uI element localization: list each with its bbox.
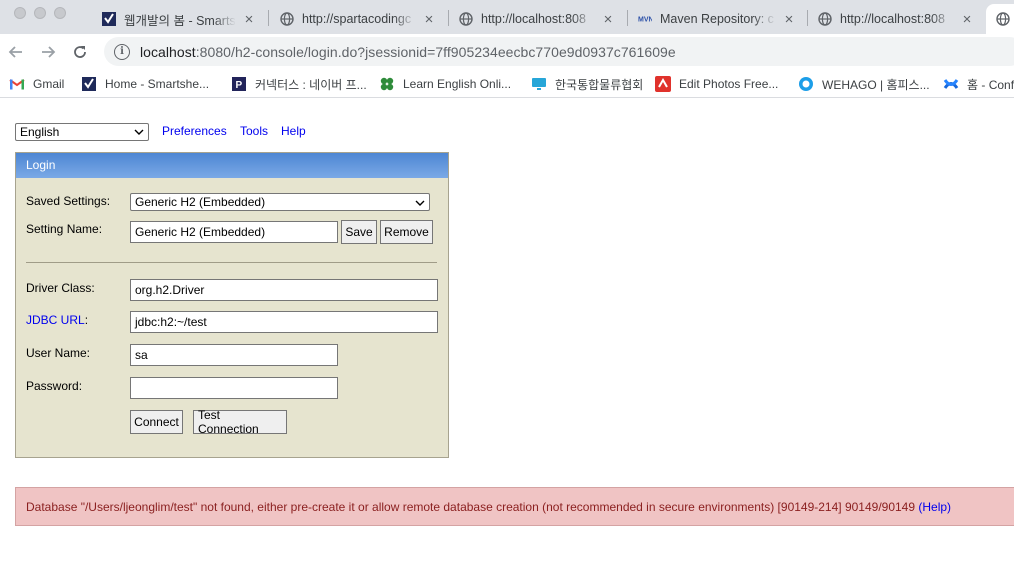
close-tab-icon[interactable]: × — [960, 11, 974, 28]
globe-icon — [280, 12, 294, 26]
password-label: Password: — [26, 379, 83, 393]
tab-title: Maven Repository: c — [660, 12, 774, 26]
language-select[interactable]: English — [15, 123, 149, 141]
preferences-link[interactable]: Preferences — [162, 124, 227, 138]
browser-tab[interactable]: MVN Maven Repository: c × — [628, 4, 806, 34]
login-panel: Login Saved Settings: Generic H2 (Embedd… — [15, 152, 449, 458]
globe-icon — [818, 12, 832, 26]
tab-title: http://localhost:808 — [840, 12, 945, 26]
bookmarks-bar: Gmail Home - Smartshe... P 커넥터스 : 네이버 프.… — [0, 70, 1014, 98]
bookmark-label: Home - Smartshe... — [105, 77, 210, 91]
zoom-window-icon[interactable] — [54, 7, 66, 19]
bookmark-label: 커넥터스 : 네이버 프... — [255, 77, 367, 92]
language-value: English — [20, 125, 60, 139]
bookmark-label: 홈 - Conf — [967, 77, 1014, 92]
photo-edit-icon — [655, 76, 671, 92]
tools-link[interactable]: Tools — [240, 124, 268, 138]
bookmark-label: 한국통합물류협회 — [555, 77, 644, 92]
close-window-icon[interactable] — [14, 7, 26, 19]
address-path: :8080/h2-console/login.do?jsessionid=7ff… — [195, 43, 676, 60]
driver-class-input[interactable]: org.h2.Driver — [130, 279, 438, 301]
bookmark-label: Gmail — [33, 77, 65, 91]
close-tab-icon[interactable]: × — [601, 11, 615, 28]
jdbc-url-colon: : — [84, 313, 89, 327]
maven-icon: MVN — [638, 12, 652, 26]
browser-tab-active[interactable] — [986, 4, 1014, 34]
bookmark-item[interactable]: Learn English Onli... — [379, 75, 511, 93]
bookmark-label: WEHAGO | 홈피스... — [822, 77, 930, 92]
svg-text:P: P — [236, 80, 243, 91]
browser-toolbar: i localhost:8080/h2-console/login.do?jse… — [0, 34, 1014, 70]
h2-console-page: English Preferences Tools Help Login Sav… — [0, 99, 1014, 575]
site-info-icon[interactable]: i — [114, 43, 130, 60]
close-tab-icon[interactable]: × — [422, 11, 436, 28]
p-icon: P — [231, 76, 247, 92]
jdbc-url-label-wrap: JDBC URL: — [26, 313, 88, 327]
chevron-down-icon — [134, 127, 144, 137]
bookmark-item[interactable]: Gmail — [9, 75, 64, 93]
divider — [26, 262, 437, 263]
user-name-label: User Name: — [26, 346, 91, 360]
globe-icon — [459, 12, 473, 26]
address-host: localhost — [140, 43, 196, 60]
gmail-icon — [9, 76, 25, 92]
user-name-input[interactable]: sa — [130, 344, 338, 366]
error-help-link[interactable]: (Help) — [918, 500, 951, 514]
clover-icon — [379, 76, 395, 92]
close-tab-icon[interactable]: × — [242, 11, 256, 28]
password-input[interactable] — [130, 377, 338, 399]
bookmark-item[interactable]: 한국통합물류협회 — [531, 75, 643, 93]
chevron-down-icon — [415, 195, 425, 209]
browser-tab[interactable]: http://localhost:808 × — [449, 4, 625, 34]
jdbc-url-input[interactable]: jdbc:h2:~/test — [130, 311, 438, 333]
bookmark-label: Learn English Onli... — [403, 77, 512, 91]
minimize-window-icon[interactable] — [34, 7, 46, 19]
tab-title: http://spartacodingc — [302, 12, 412, 26]
browser-tab[interactable]: 웹개발의 봄 - Smartsh × — [92, 4, 266, 34]
tab-title: 웹개발의 봄 - Smartsh — [124, 13, 236, 28]
bookmark-item[interactable]: P 커넥터스 : 네이버 프... — [231, 75, 367, 93]
saved-settings-value: Generic H2 (Embedded) — [135, 195, 266, 209]
setting-name-label: Setting Name: — [26, 222, 103, 236]
login-header: Login — [16, 153, 448, 178]
reload-icon[interactable] — [70, 42, 90, 62]
setting-name-input[interactable]: Generic H2 (Embedded) — [130, 221, 338, 243]
remove-button[interactable]: Remove — [380, 220, 433, 244]
bookmark-item[interactable]: WEHAGO | 홈피스... — [798, 75, 930, 93]
help-link[interactable]: Help — [281, 124, 306, 138]
address-bar[interactable]: i localhost:8080/h2-console/login.do?jse… — [104, 37, 1014, 66]
saved-settings-select[interactable]: Generic H2 (Embedded) — [130, 193, 430, 211]
saved-settings-label: Saved Settings: — [26, 194, 111, 208]
back-icon[interactable] — [6, 42, 26, 62]
smartsheet-icon — [81, 76, 97, 92]
test-connection-button[interactable]: Test Connection — [193, 408, 287, 436]
wehago-icon — [798, 76, 814, 92]
bookmark-item[interactable]: Home - Smartshe... — [81, 75, 209, 93]
monitor-icon — [531, 76, 547, 92]
bookmark-label: Edit Photos Free... — [679, 77, 779, 91]
globe-icon — [996, 12, 1010, 26]
tab-title: http://localhost:808 — [481, 12, 586, 26]
close-tab-icon[interactable]: × — [782, 11, 796, 28]
driver-class-label: Driver Class: — [26, 281, 95, 295]
browser-tab[interactable]: http://spartacodingc × — [270, 4, 446, 34]
bookmark-item[interactable]: Edit Photos Free... — [655, 75, 778, 93]
jdbc-url-link[interactable]: JDBC URL — [26, 313, 85, 327]
connect-button[interactable]: Connect — [130, 410, 183, 434]
browser-tab[interactable]: http://localhost:808 × — [808, 4, 984, 34]
forward-icon[interactable] — [38, 42, 58, 62]
tab-strip: 웹개발의 봄 - Smartsh × http://spartacodingc … — [0, 0, 1014, 34]
error-message: Database "/Users/ljeonglim/test" not fou… — [26, 500, 916, 514]
save-button[interactable]: Save — [341, 220, 377, 244]
bookmark-item[interactable]: 홈 - Conf — [943, 75, 1014, 93]
confluence-icon — [943, 76, 959, 92]
error-message-box: Database "/Users/ljeonglim/test" not fou… — [15, 487, 1014, 526]
smartsheet-icon — [102, 12, 116, 26]
svg-text:MVN: MVN — [638, 17, 652, 24]
